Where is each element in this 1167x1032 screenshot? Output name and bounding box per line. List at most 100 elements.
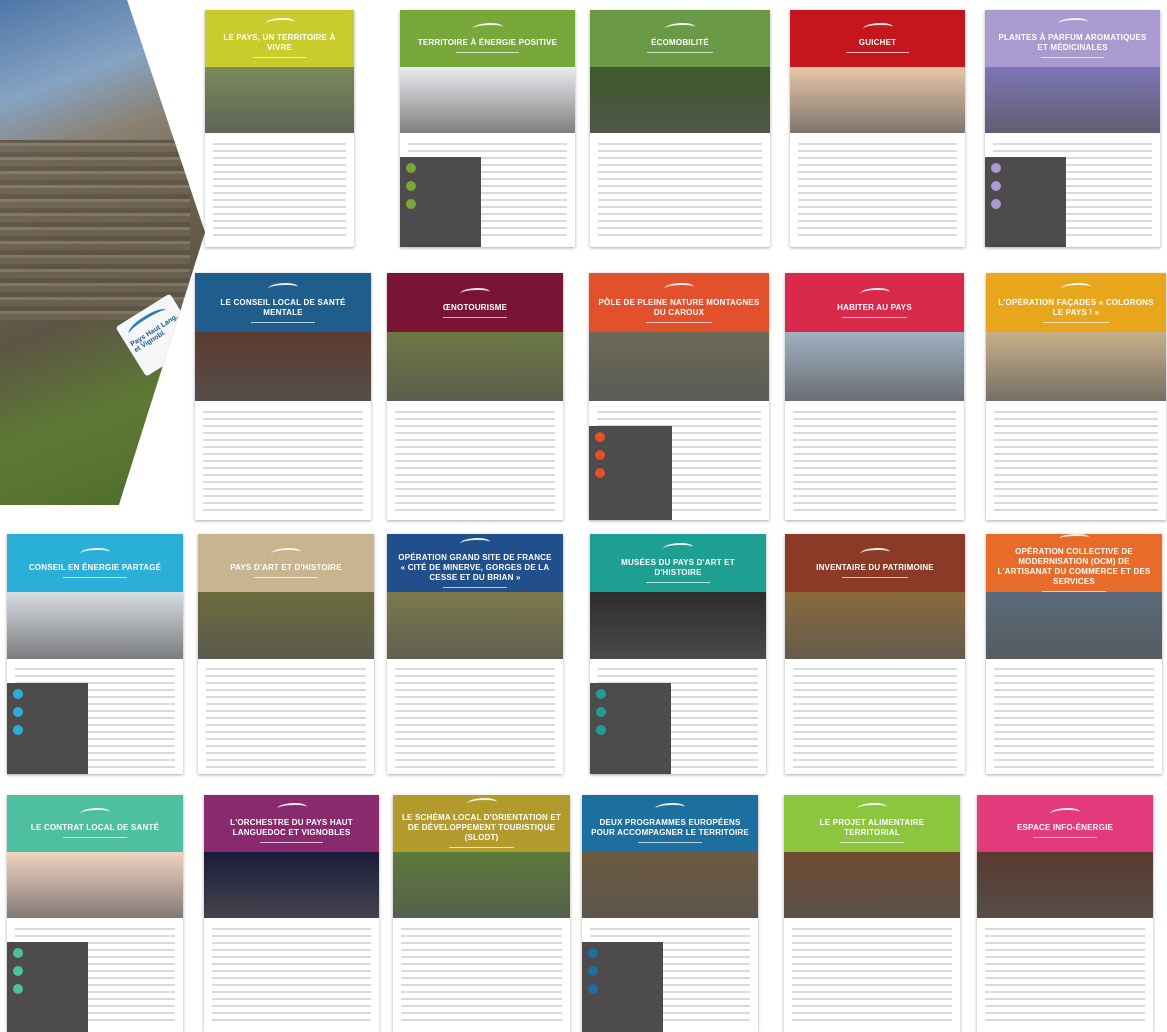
sheet-title: LE PAYS, UN TERRITOIRE À VIVRE	[223, 33, 336, 53]
sheet-title: CONSEIL EN ÉNERGIE PARTAGÉ	[28, 562, 162, 572]
title-divider	[63, 837, 127, 839]
sheet-card[interactable]: PLANTES À PARFUM AROMATIQUES ET MÉDICINA…	[985, 10, 1160, 247]
sheet-title: L'ORCHESTRE DU PAYS HAUT LANGUEDOC ET VI…	[230, 818, 353, 838]
sheet-header: INVENTAIRE DU PATRIMOINE	[785, 534, 965, 592]
sheet-header: OPÉRATION GRAND SITE DE FRANCE « CITÉ DE…	[387, 534, 563, 592]
mountain-logo-icon	[466, 798, 497, 808]
mountain-logo-icon	[264, 18, 295, 28]
sheet-card[interactable]: OPÉRATION GRAND SITE DE FRANCE « CITÉ DE…	[387, 534, 563, 774]
bullet-dot-icon	[596, 706, 606, 717]
sheet-title: DEUX PROGRAMMES EUROPÉENS POUR ACCOMPAGN…	[591, 818, 749, 838]
title-divider	[646, 581, 710, 583]
sheet-card[interactable]: ESPACE INFO-ÉNERGIE	[977, 795, 1153, 1032]
sheet-header: LE CONTRAT LOCAL DE SANTÉ	[7, 795, 183, 852]
sheet-card[interactable]: TERRITOIRE À ÉNERGIE POSITIVE	[400, 10, 575, 247]
sheet-body-text	[793, 411, 956, 514]
sheet-card[interactable]: CONSEIL EN ÉNERGIE PARTAGÉ	[7, 534, 183, 774]
sheet-card[interactable]: ŒNOTOURISME	[387, 273, 563, 520]
sheet-body-text	[401, 927, 562, 1026]
sheet-photo	[387, 332, 563, 402]
sheet-card[interactable]: HABITER AU PAYS	[785, 273, 964, 520]
sheet-body-text	[212, 927, 371, 1026]
sheet-card[interactable]: DEUX PROGRAMMES EUROPÉENS POUR ACCOMPAGN…	[582, 795, 758, 1032]
sheet-info-panel	[590, 682, 671, 774]
sheet-header: CONSEIL EN ÉNERGIE PARTAGÉ	[7, 534, 183, 592]
sheet-photo	[198, 591, 374, 659]
sheet-header: ESPACE INFO-ÉNERGIE	[977, 795, 1153, 852]
bullet-icons	[406, 162, 416, 209]
sheet-body-text	[206, 668, 366, 768]
sheet-card[interactable]: LE CONTRAT LOCAL DE SANTÉ	[7, 795, 183, 1032]
mountain-logo-icon	[80, 808, 110, 818]
title-divider	[63, 576, 127, 578]
sheet-card[interactable]: PÔLE DE PLEINE NATURE MONTAGNES DU CAROU…	[589, 273, 769, 520]
sheet-card[interactable]: LE PAYS, UN TERRITOIRE À VIVRE	[205, 10, 354, 247]
sheet-header: LE SCHÉMA LOCAL D'ORIENTATION ET DE DÉVE…	[393, 795, 570, 852]
mountain-logo-icon	[276, 803, 307, 813]
bullet-dot-icon	[588, 947, 598, 958]
mountain-logo-icon	[664, 282, 694, 293]
title-divider	[842, 576, 908, 578]
title-divider	[252, 57, 307, 59]
title-divider	[443, 586, 507, 588]
mountain-logo-icon	[857, 803, 887, 813]
sheet-body-text	[793, 668, 957, 768]
sheet-card[interactable]: PAYS D'ART ET D'HISTOIRE	[198, 534, 374, 774]
sheet-card[interactable]: INVENTAIRE DU PATRIMOINE	[785, 534, 965, 774]
sheet-title: ÉCOMOBILITÉ	[651, 38, 709, 48]
sheet-info-panel	[985, 156, 1066, 247]
sheet-header: PÔLE DE PLEINE NATURE MONTAGNES DU CAROU…	[589, 273, 769, 333]
sheet-photo	[977, 851, 1153, 919]
bullet-dot-icon	[406, 198, 416, 209]
sheet-card[interactable]: OPÉRATION COLLECTIVE DE MODERNISATION (O…	[986, 534, 1162, 774]
sheet-title: PÔLE DE PLEINE NATURE MONTAGNES DU CAROU…	[598, 297, 760, 317]
sheet-photo	[393, 851, 570, 919]
title-divider	[646, 321, 712, 323]
sheet-card[interactable]: L'OPÉRATION FAÇADES « COLORONS LE PAYS !…	[986, 273, 1166, 520]
sheet-card[interactable]: ÉCOMOBILITÉ	[590, 10, 770, 247]
bullet-dot-icon	[595, 450, 605, 461]
bullet-dot-icon	[13, 947, 23, 958]
sheet-body-text	[994, 668, 1154, 768]
mountain-logo-icon	[460, 287, 490, 298]
mountain-logo-icon	[663, 542, 693, 553]
sheet-info-panel	[582, 941, 663, 1032]
sheet-title: LE CONTRAT LOCAL DE SANTÉ	[30, 823, 160, 833]
sheet-header: HABITER AU PAYS	[785, 273, 964, 333]
sheet-header: MUSÉES DU PAYS D'ART ET D'HISTOIRE	[590, 534, 766, 592]
sheet-card[interactable]: MUSÉES DU PAYS D'ART ET D'HISTOIRE	[590, 534, 766, 774]
sheet-photo	[205, 66, 354, 134]
sheet-header: LE PROJET ALIMENTAIRE TERRITORIAL	[784, 795, 960, 852]
sheet-title: LE SCHÉMA LOCAL D'ORIENTATION ET DE DÉVE…	[401, 813, 562, 843]
sheet-header: LE CONSEIL LOCAL DE SANTÉ MENTALE	[195, 273, 371, 333]
sheet-card[interactable]: LE PROJET ALIMENTAIRE TERRITORIAL	[784, 795, 960, 1032]
title-divider	[449, 847, 514, 849]
bullet-dot-icon	[13, 688, 23, 699]
bullet-dot-icon	[595, 432, 605, 443]
sheet-card[interactable]: LE SCHÉMA LOCAL D'ORIENTATION ET DE DÉVE…	[393, 795, 570, 1032]
bullet-icons	[13, 947, 23, 994]
title-divider	[647, 52, 713, 54]
sheet-photo	[582, 851, 758, 919]
mountain-logo-icon	[859, 287, 890, 298]
mountain-logo-icon	[80, 547, 110, 558]
sheet-card[interactable]: GUICHET	[790, 10, 965, 247]
bullet-dot-icon	[595, 468, 605, 479]
title-divider	[1040, 57, 1105, 59]
sheet-card[interactable]: LE CONSEIL LOCAL DE SANTÉ MENTALE	[195, 273, 371, 520]
title-divider	[259, 842, 324, 844]
sheet-title: ESPACE INFO-ÉNERGIE	[1016, 823, 1114, 833]
sheet-title: OPÉRATION GRAND SITE DE FRANCE « CITÉ DE…	[398, 552, 552, 582]
title-divider	[251, 321, 315, 323]
sheet-header: PLANTES À PARFUM AROMATIQUES ET MÉDICINA…	[985, 10, 1160, 67]
title-divider	[638, 842, 702, 844]
bullet-dot-icon	[588, 983, 598, 994]
sheet-header: L'OPÉRATION FAÇADES « COLORONS LE PAYS !…	[986, 273, 1166, 333]
mountain-logo-icon	[268, 282, 298, 293]
sheet-header: OPÉRATION COLLECTIVE DE MODERNISATION (O…	[986, 534, 1162, 592]
bullet-dot-icon	[588, 965, 598, 976]
stone-wall-image	[0, 140, 190, 320]
sheet-info-panel	[7, 941, 88, 1032]
sheet-photo	[195, 332, 371, 402]
sheet-card[interactable]: L'ORCHESTRE DU PAYS HAUT LANGUEDOC ET VI…	[204, 795, 379, 1032]
